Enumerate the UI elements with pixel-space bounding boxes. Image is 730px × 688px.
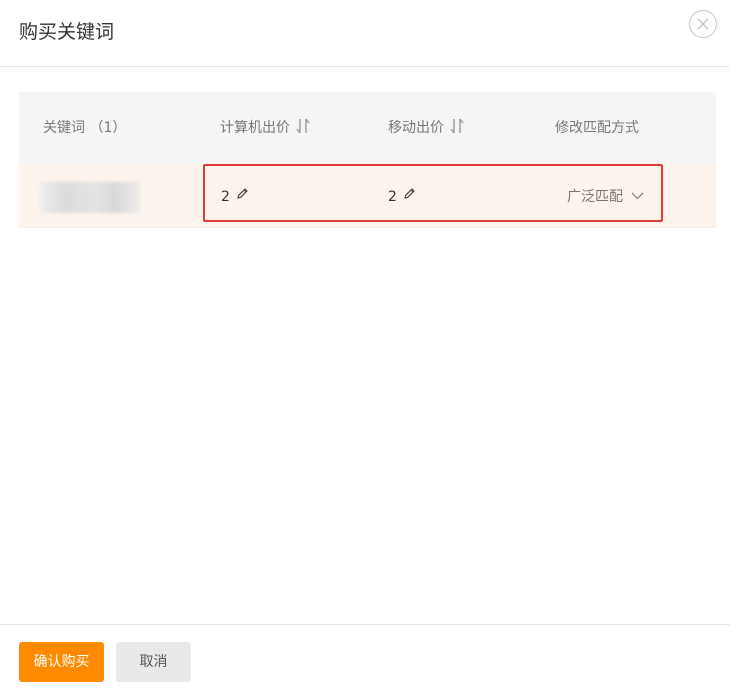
confirm-purchase-button[interactable]: 确认购买 (19, 642, 104, 682)
header-pc-bid[interactable]: 计算机出价 (220, 118, 310, 138)
buy-keywords-dialog: 购买关键词 关键词 （1） 计算机出价 移动出价 修改匹配方式 2 2 广泛匹配… (0, 0, 730, 688)
dialog-footer: 确认购买 取消 (0, 624, 730, 688)
close-button[interactable] (689, 10, 717, 38)
close-icon (697, 18, 709, 30)
sort-icon[interactable] (296, 118, 310, 134)
cancel-button[interactable]: 取消 (116, 642, 191, 682)
header-keyword: 关键词 （1） (43, 120, 127, 136)
table-header: 关键词 （1） 计算机出价 移动出价 修改匹配方式 (19, 92, 716, 163)
header-mobile-bid[interactable]: 移动出价 (388, 118, 464, 138)
header-pc-bid-label: 计算机出价 (220, 120, 290, 136)
header-match-type: 修改匹配方式 (555, 120, 639, 136)
header-mobile-bid-label: 移动出价 (388, 120, 444, 136)
sort-icon[interactable] (450, 118, 464, 134)
highlight-annotation (203, 164, 663, 222)
dialog-header: 购买关键词 (0, 0, 730, 67)
dialog-title: 购买关键词 (19, 21, 115, 43)
keyword-cell-blurred (40, 182, 140, 213)
